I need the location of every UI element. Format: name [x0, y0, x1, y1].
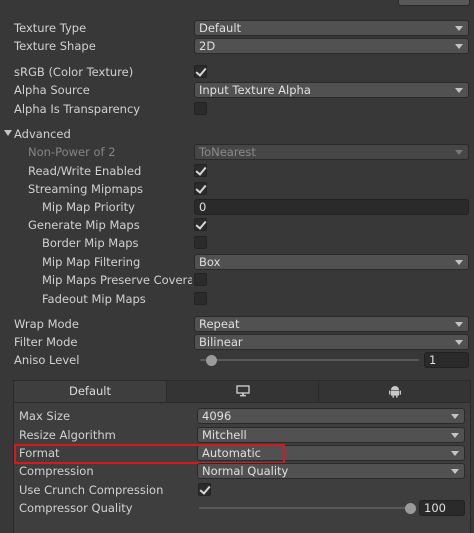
chevron-down-icon — [451, 414, 459, 419]
aniso-level-slider-track[interactable] — [200, 359, 419, 361]
non-power-of-2-dropdown: ToNearest — [194, 144, 469, 160]
filter-mode-label: Filter Mode — [14, 335, 78, 349]
filter-mode-dropdown[interactable]: Bilinear — [194, 334, 469, 350]
read-write-label: Read/Write Enabled — [28, 164, 142, 178]
chevron-down-icon — [455, 340, 463, 345]
read-write-checkbox[interactable] — [194, 164, 207, 177]
texture-type-dropdown[interactable]: Default — [194, 20, 469, 36]
compression-value: Normal Quality — [202, 464, 289, 478]
generate-mip-maps-checkbox[interactable] — [194, 218, 207, 231]
chevron-down-icon — [455, 26, 463, 31]
top-partial-button[interactable] — [398, 0, 470, 6]
alpha-is-transparency-checkbox[interactable] — [194, 102, 207, 115]
mip-map-filtering-dropdown[interactable]: Box — [194, 254, 469, 270]
fadeout-mip-maps-checkbox[interactable] — [194, 292, 207, 305]
use-crunch-checkbox[interactable] — [198, 483, 211, 496]
wrap-mode-value: Repeat — [199, 317, 240, 331]
monitor-icon — [235, 385, 250, 397]
resize-algorithm-value: Mitchell — [202, 428, 247, 442]
texture-type-label: Texture Type — [14, 21, 87, 35]
use-crunch-label: Use Crunch Compression — [19, 483, 164, 497]
chevron-down-icon — [455, 88, 463, 93]
advanced-foldout-label[interactable]: Advanced — [14, 125, 71, 143]
compressor-quality-slider-handle[interactable] — [405, 503, 416, 514]
border-mip-maps-checkbox[interactable] — [194, 236, 207, 249]
alpha-is-transparency-label: Alpha Is Transparency — [14, 102, 141, 116]
advanced-foldout-arrow-icon[interactable] — [4, 130, 12, 136]
chevron-down-icon — [451, 451, 459, 456]
aniso-level-slider-handle[interactable] — [206, 355, 217, 366]
texture-shape-label: Texture Shape — [14, 39, 96, 53]
checkmark-icon — [195, 182, 207, 194]
texture-shape-value: 2D — [199, 39, 216, 53]
filter-mode-value: Bilinear — [199, 335, 243, 349]
aniso-level-label: Aniso Level — [14, 353, 80, 367]
chevron-down-icon — [451, 433, 459, 438]
preserve-coverage-label: Mip Maps Preserve Coverage — [42, 273, 192, 287]
compressor-quality-label: Compressor Quality — [19, 501, 133, 515]
mip-map-filtering-label: Mip Map Filtering — [42, 255, 141, 269]
compression-label: Compression — [19, 464, 94, 478]
fadeout-mip-maps-label: Fadeout Mip Maps — [42, 292, 146, 306]
chevron-down-icon — [451, 469, 459, 474]
android-icon — [388, 386, 401, 398]
srgb-checkbox[interactable] — [194, 65, 207, 78]
max-size-dropdown[interactable]: 4096 — [197, 408, 465, 424]
aniso-level-field[interactable]: 1 — [424, 352, 469, 368]
mip-map-priority-label: Mip Map Priority — [42, 200, 135, 214]
tab-standalone[interactable] — [167, 381, 319, 402]
chevron-down-icon — [455, 150, 463, 155]
mip-map-priority-field[interactable]: 0 — [194, 199, 469, 215]
mip-map-filtering-value: Box — [199, 255, 221, 269]
checkmark-icon — [195, 164, 207, 176]
checkmark-icon — [199, 483, 211, 495]
wrap-mode-label: Wrap Mode — [14, 317, 79, 331]
tab-default[interactable]: Default — [14, 381, 167, 402]
texture-shape-dropdown[interactable]: 2D — [194, 38, 469, 54]
alpha-source-value: Input Texture Alpha — [199, 83, 311, 97]
alpha-source-label: Alpha Source — [14, 83, 90, 97]
streaming-mipmaps-checkbox[interactable] — [194, 182, 207, 195]
wrap-mode-dropdown[interactable]: Repeat — [194, 316, 469, 332]
resize-algorithm-label: Resize Algorithm — [19, 428, 116, 442]
max-size-label: Max Size — [19, 409, 71, 423]
streaming-mipmaps-label: Streaming Mipmaps — [28, 182, 144, 196]
preserve-coverage-checkbox[interactable] — [194, 273, 207, 286]
max-size-value: 4096 — [202, 409, 232, 423]
srgb-label: sRGB (Color Texture) — [14, 65, 134, 79]
non-power-of-2-label: Non-Power of 2 — [28, 145, 116, 159]
compressor-quality-slider-track[interactable] — [199, 507, 413, 509]
checkmark-icon — [195, 218, 207, 230]
generate-mip-maps-label: Generate Mip Maps — [28, 218, 140, 232]
format-highlight-box — [14, 444, 285, 464]
alpha-source-dropdown[interactable]: Input Texture Alpha — [194, 82, 469, 98]
non-power-of-2-value: ToNearest — [199, 145, 256, 159]
chevron-down-icon — [455, 322, 463, 327]
chevron-down-icon — [455, 44, 463, 49]
chevron-down-icon — [455, 260, 463, 265]
checkmark-icon — [195, 65, 207, 77]
texture-type-value: Default — [199, 21, 242, 35]
compressor-quality-field[interactable]: 100 — [419, 500, 465, 516]
resize-algorithm-dropdown[interactable]: Mitchell — [197, 427, 465, 443]
border-mip-maps-label: Border Mip Maps — [42, 236, 139, 250]
tab-divider — [14, 402, 470, 403]
tab-android[interactable] — [319, 381, 470, 402]
compression-dropdown[interactable]: Normal Quality — [197, 463, 465, 479]
